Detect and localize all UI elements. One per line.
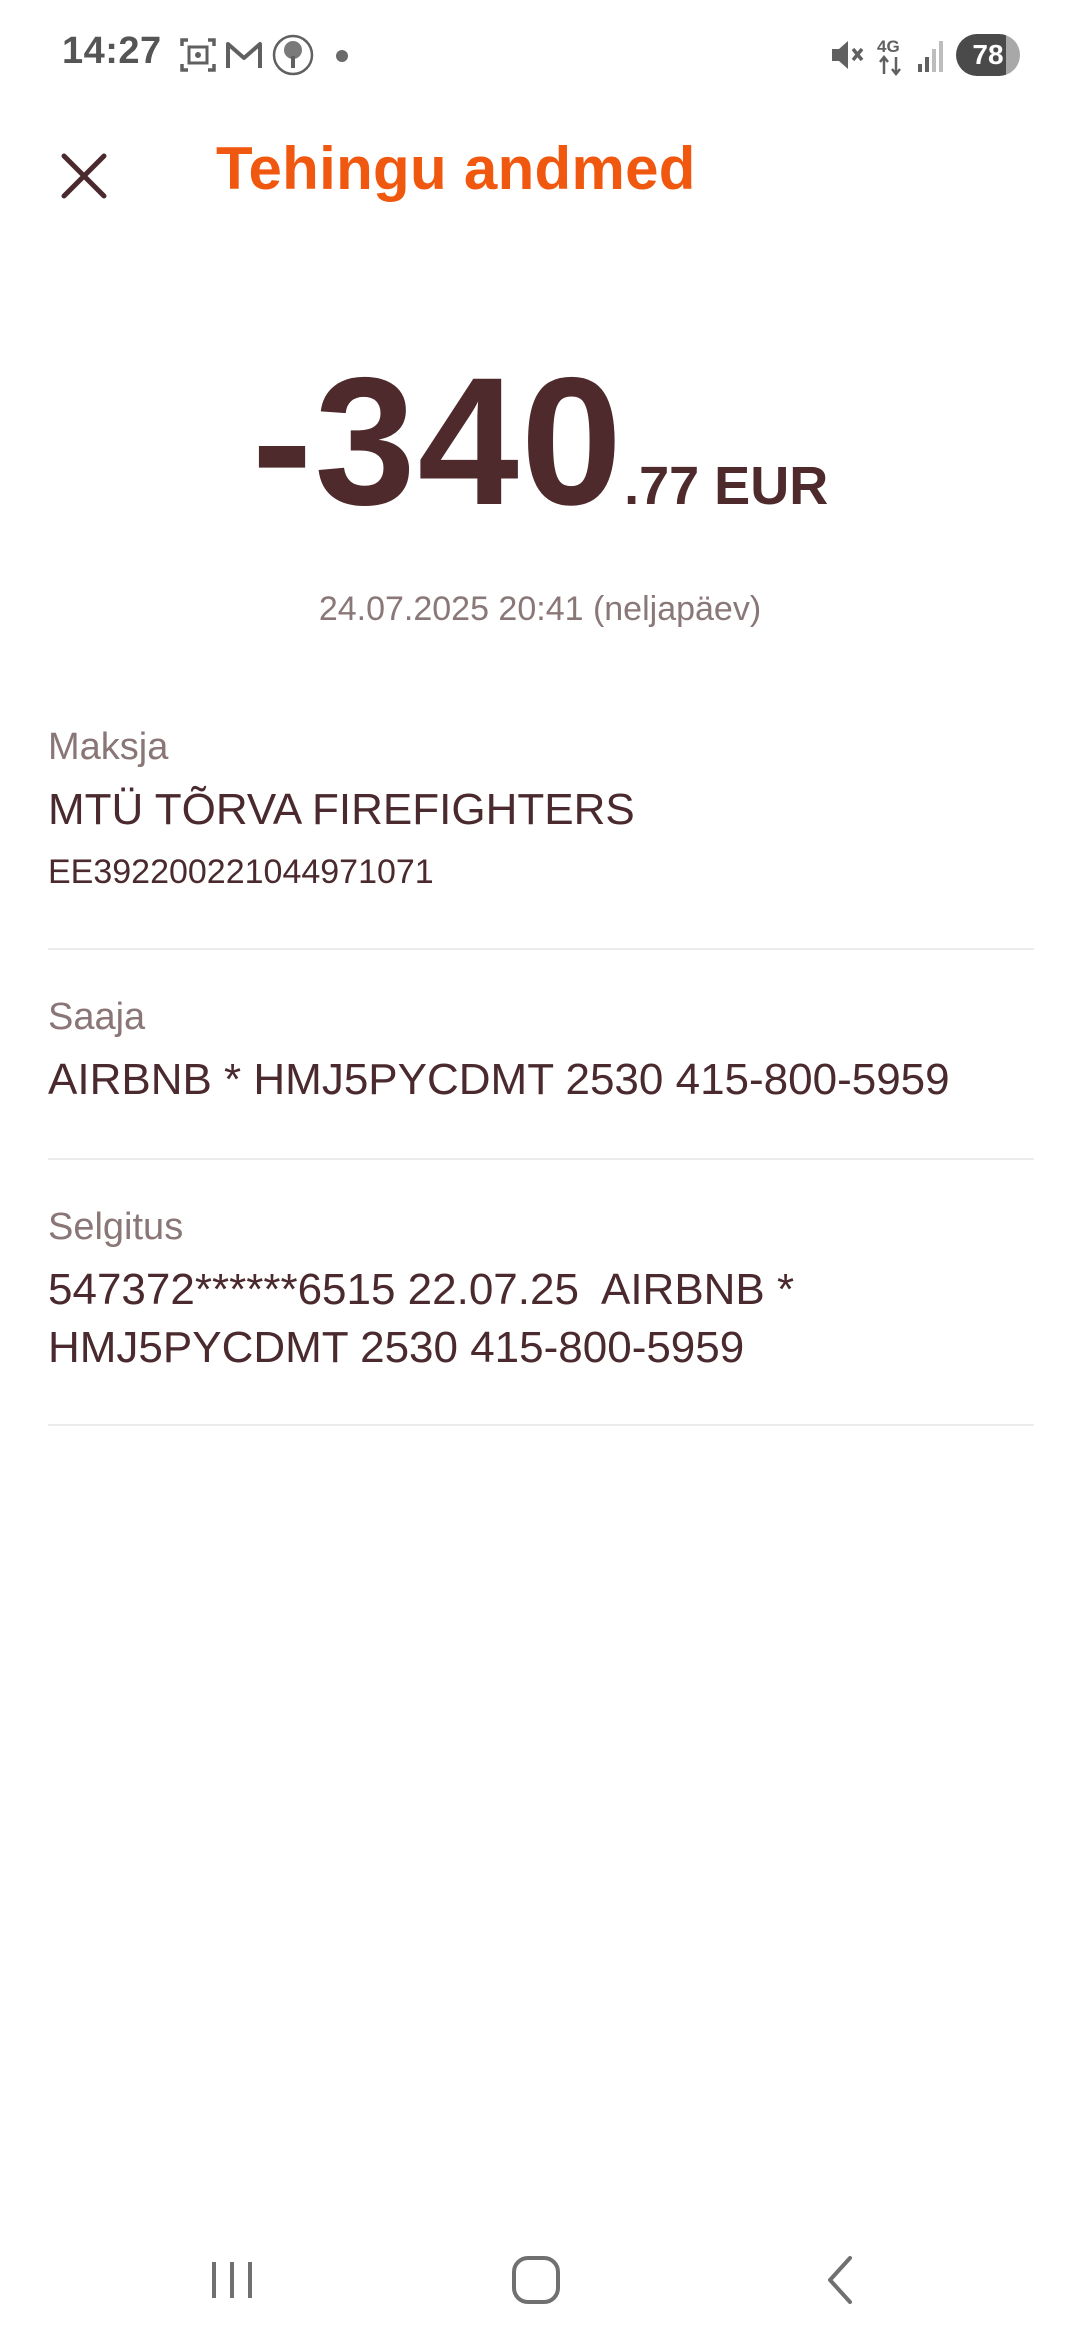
recent-apps-icon — [212, 2262, 252, 2298]
payer-iban: EE392200221044971071 — [48, 853, 434, 891]
amount-fraction: .77 — [624, 456, 700, 516]
recipient-name: AIRBNB * HMJ5PYCDMT 2530 415-800-5959 — [48, 1055, 950, 1104]
description-label: Selgitus — [48, 1206, 184, 1248]
transaction-datetime: 24.07.2025 20:41 (neljapäev) — [318, 590, 762, 628]
system-nav-bar — [0, 2220, 1080, 2340]
recipient-label: Saaja — [48, 996, 146, 1038]
page-title: Tehingu andmed — [216, 135, 696, 202]
description-line-2: HMJ5PYCDMT 2530 415-800-5959 — [48, 1323, 745, 1372]
close-button[interactable] — [54, 146, 114, 206]
close-icon — [61, 153, 107, 199]
recipient-section: Saaja AIRBNB * HMJ5PYCDMT 2530 415-800-5… — [48, 996, 1034, 1160]
back-icon — [828, 2256, 852, 2304]
description-line-1: 547372******6515 22.07.25 AIRBNB * — [48, 1265, 795, 1314]
payer-name: MTÜ TÕRVA FIREFIGHTERS — [48, 785, 635, 834]
network-label: 4G — [877, 37, 900, 56]
status-bar: 14:27 4G 78 — [0, 0, 1080, 110]
screenshot-icon — [178, 36, 218, 79]
amount-currency: EUR — [699, 456, 829, 516]
tree-app-icon — [272, 34, 314, 81]
signal-icon — [916, 38, 946, 79]
mute-icon — [828, 36, 866, 79]
payer-label: Maksja — [48, 726, 169, 768]
status-time: 14:27 — [62, 30, 162, 72]
amount-main: -340 — [251, 339, 625, 543]
4g-icon: 4G — [876, 36, 908, 81]
transaction-amount: -340.77 EUR — [0, 350, 1080, 532]
back-button[interactable] — [790, 2240, 890, 2320]
home-icon — [512, 2256, 560, 2304]
description-section: Selgitus 547372******6515 22.07.25 AIRBN… — [48, 1206, 1034, 1426]
gmail-icon — [224, 36, 264, 79]
notification-dot — [336, 50, 348, 62]
battery-icon: 78 — [956, 34, 1020, 76]
home-button[interactable] — [486, 2240, 586, 2320]
recent-apps-button[interactable] — [182, 2240, 282, 2320]
payer-section: Maksja MTÜ TÕRVA FIREFIGHTERS EE39220022… — [48, 726, 1034, 950]
